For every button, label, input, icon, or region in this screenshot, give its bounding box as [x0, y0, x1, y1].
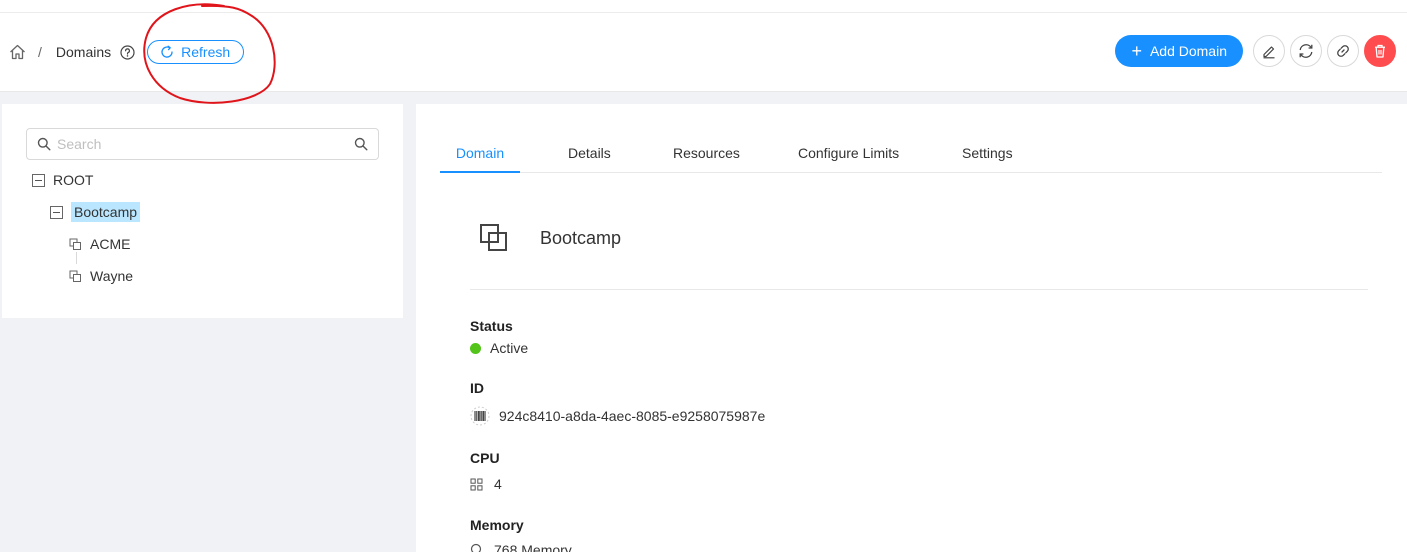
detail-tabs: Domain Details Resources Configure Limit… — [440, 138, 1382, 173]
search-input[interactable] — [57, 136, 354, 152]
tab-domain[interactable]: Domain — [440, 138, 520, 173]
search-submit-icon[interactable] — [354, 137, 368, 151]
tree-connector — [76, 252, 77, 264]
breadcrumb-current: Domains — [55, 44, 112, 60]
question-circle-icon[interactable] — [120, 44, 135, 60]
header-actions: + Add Domain — [1115, 35, 1396, 67]
top-divider — [0, 12, 1407, 13]
tab-label: Settings — [962, 145, 1013, 161]
memory-icon — [470, 543, 482, 552]
memory-label: Memory — [470, 517, 524, 533]
tab-label: Domain — [455, 145, 505, 161]
link-icon — [1337, 45, 1349, 57]
trash-icon — [1375, 44, 1385, 58]
plus-icon: + — [1131, 41, 1142, 61]
edit-icon — [1263, 46, 1275, 59]
domain-leaf-icon — [69, 238, 81, 250]
refresh-button[interactable]: Refresh — [147, 40, 245, 64]
tree-node-label: Bootcamp — [71, 202, 141, 222]
collapse-icon[interactable] — [32, 173, 45, 187]
tree-search — [26, 128, 379, 160]
breadcrumb: / Domains Refresh — [8, 40, 245, 64]
sync-icon — [1299, 44, 1313, 58]
detail-divider — [470, 289, 1368, 290]
tree-node-wayne[interactable]: Wayne — [69, 265, 133, 287]
add-domain-button[interactable]: + Add Domain — [1115, 35, 1243, 67]
barcode-icon — [470, 406, 490, 426]
breadcrumb-separator: / — [38, 44, 42, 60]
tree-node-bootcamp[interactable]: Bootcamp — [50, 201, 141, 223]
cpu-value: 4 — [470, 476, 502, 492]
search-icon — [37, 137, 51, 151]
tab-label: Details — [568, 145, 611, 161]
cpu-text: 4 — [494, 476, 502, 492]
id-text: 924c8410-a8da-4aec-8085-e9258075987e — [499, 408, 766, 424]
link-button[interactable] — [1327, 35, 1359, 67]
memory-text: 768 Memory — [494, 542, 572, 552]
id-value: 924c8410-a8da-4aec-8085-e9258075987e — [470, 406, 765, 426]
tab-label: Configure Limits — [798, 145, 900, 161]
tree-node-acme[interactable]: ACME — [69, 233, 130, 255]
cpu-label: CPU — [470, 450, 500, 466]
reload-icon — [161, 45, 173, 58]
status-dot-icon — [470, 342, 481, 354]
tab-label: Resources — [673, 145, 740, 161]
collapse-icon[interactable] — [50, 205, 63, 219]
memory-value: 768 Memory — [470, 542, 572, 552]
refresh-label: Refresh — [181, 44, 231, 60]
tree-node-root[interactable]: ROOT — [32, 169, 93, 191]
page-header: / Domains Refresh + Add Domain — [0, 0, 1407, 92]
domain-leaf-icon — [69, 270, 81, 282]
tab-resources[interactable]: Resources — [673, 138, 740, 173]
tab-settings[interactable]: Settings — [962, 138, 1013, 173]
delete-button[interactable] — [1364, 35, 1396, 67]
tree-node-label: Wayne — [90, 268, 134, 284]
home-icon[interactable] — [8, 43, 26, 61]
add-domain-label: Add Domain — [1149, 43, 1227, 59]
domain-detail-panel: Domain Details Resources Configure Limit… — [416, 104, 1407, 552]
appstore-icon — [470, 478, 483, 490]
tree-node-label: ROOT — [53, 172, 94, 188]
domain-icon — [480, 224, 507, 251]
id-label: ID — [470, 380, 484, 396]
tree-node-label: ACME — [90, 236, 131, 252]
status-value: Active — [470, 340, 528, 356]
domain-title: Bootcamp — [540, 228, 622, 248]
status-label: Status — [470, 318, 513, 334]
sync-button[interactable] — [1290, 35, 1322, 67]
status-text: Active — [490, 340, 529, 356]
domain-tree-panel: ROOT Bootcamp ACME Wayne — [2, 104, 403, 318]
tab-configure-limits[interactable]: Configure Limits — [798, 138, 899, 173]
tab-details[interactable]: Details — [568, 138, 611, 173]
edit-button[interactable] — [1253, 35, 1285, 67]
